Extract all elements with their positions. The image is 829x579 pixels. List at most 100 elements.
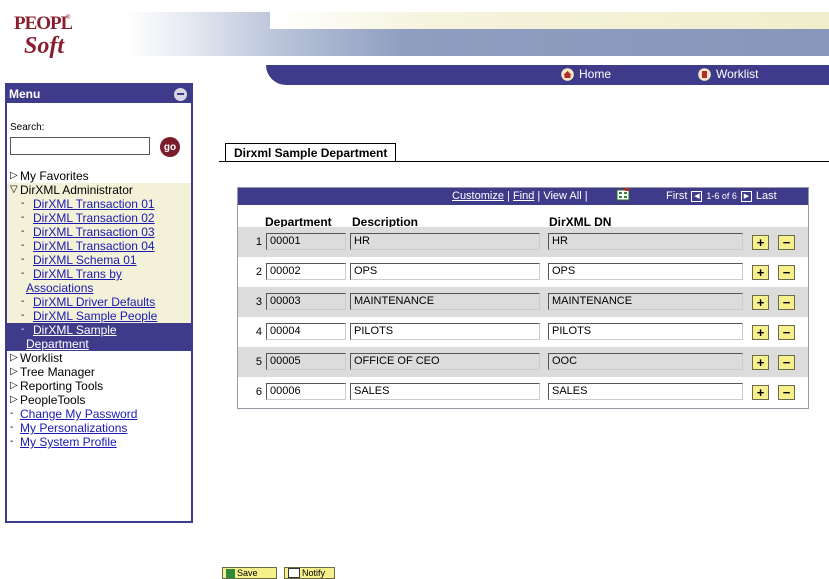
dirxml-dn-field[interactable]: OOC [548, 353, 743, 370]
menu-item-tree-manager[interactable]: ▷ Tree Manager [7, 365, 191, 379]
last-link[interactable]: Last [756, 190, 777, 202]
first-link[interactable]: First [666, 190, 687, 202]
menu-item-label[interactable]: My System Profile [20, 435, 117, 449]
separator: | [507, 190, 510, 202]
department-field[interactable]: 00005 [266, 353, 346, 370]
side-menu: Menu Search: go ▷ My Favorites ▽ DirXML … [5, 83, 193, 523]
menu-item-label[interactable]: DirXML Trans by [33, 267, 122, 281]
grid-toolbar-links: Customize | Find | View All | [452, 190, 588, 202]
menu-item-peopletools[interactable]: ▷ PeopleTools [7, 393, 191, 407]
row-number: 2 [255, 266, 262, 278]
dirxml-dn-field[interactable]: HR [548, 233, 743, 250]
delete-row-button[interactable]: − [778, 265, 795, 280]
delete-row-button[interactable]: − [778, 385, 795, 400]
menu-item-label[interactable]: DirXML Sample People [33, 309, 157, 323]
dirxml-dn-field[interactable]: MAINTENANCE [548, 293, 743, 310]
search-input[interactable] [10, 137, 150, 155]
delete-row-button[interactable]: − [778, 355, 795, 370]
menu-item-worklist[interactable]: ▷ Worklist [7, 351, 191, 365]
menu-item-label[interactable]: DirXML Schema 01 [33, 253, 137, 267]
department-field[interactable]: 00006 [266, 383, 346, 400]
department-field[interactable]: 00004 [266, 323, 346, 340]
department-field[interactable]: 00002 [266, 263, 346, 280]
menu-item-label-cont[interactable]: Associations [26, 281, 93, 295]
tab-dirxml-sample-department[interactable]: Dirxml Sample Department [225, 143, 397, 162]
dirxml-dn-field[interactable]: OPS [548, 263, 743, 280]
previous-row-icon[interactable]: ◀ [691, 190, 703, 202]
menu-item-label[interactable]: DirXML Driver Defaults [33, 295, 155, 309]
add-row-button[interactable]: + [752, 325, 769, 340]
delete-row-button[interactable]: − [778, 235, 795, 250]
triangle-right-icon: ▷ [10, 352, 18, 363]
add-row-button[interactable]: + [752, 385, 769, 400]
go-button[interactable]: go [160, 137, 180, 157]
menu-item-dirxml-schema-01[interactable]: - DirXML Schema 01 [7, 253, 191, 267]
menu-item-dirxml-sample-department[interactable]: - DirXML Sample Department [7, 323, 191, 351]
menu-item-dirxml-sample-people[interactable]: - DirXML Sample People [7, 309, 191, 323]
dirxml-dn-field[interactable]: SALES [548, 383, 743, 400]
description-field[interactable]: OFFICE OF CEO [350, 353, 540, 370]
table-row: 3 00003 MAINTENANCE MAINTENANCE + − [238, 287, 808, 317]
add-row-button[interactable]: + [752, 265, 769, 280]
collapse-menu-icon[interactable] [174, 87, 187, 101]
view-all-link[interactable]: View All [543, 190, 581, 202]
description-field[interactable]: MAINTENANCE [350, 293, 540, 310]
description-field[interactable]: OPS [350, 263, 540, 280]
worklist-link[interactable]: Worklist [698, 67, 758, 81]
svg-text:®: ® [66, 14, 71, 21]
menu-item-dirxml-transaction-03[interactable]: - DirXML Transaction 03 [7, 225, 191, 239]
menu-item-label[interactable]: My Personalizations [20, 421, 127, 435]
add-row-button[interactable]: + [752, 235, 769, 250]
department-field[interactable]: 00003 [266, 293, 346, 310]
menu-item-dirxml-transaction-04[interactable]: - DirXML Transaction 04 [7, 239, 191, 253]
menu-header: Menu [7, 85, 191, 103]
menu-item-label[interactable]: Change My Password [20, 407, 137, 421]
menu-item-dirxml-transaction-02[interactable]: - DirXML Transaction 02 [7, 211, 191, 225]
search-label: Search: [10, 122, 45, 133]
delete-row-button[interactable]: − [778, 325, 795, 340]
customize-link[interactable]: Customize [452, 190, 504, 202]
menu-item-label[interactable]: DirXML Transaction 03 [33, 225, 155, 239]
triangle-right-icon: ▷ [10, 394, 18, 405]
svg-text:PEOPLE: PEOPLE [14, 13, 72, 34]
triangle-right-icon: ▷ [10, 366, 18, 377]
description-field[interactable]: HR [350, 233, 540, 250]
save-button[interactable]: Save [222, 567, 277, 579]
description-field[interactable]: SALES [350, 383, 540, 400]
menu-item-dirxml-driver-defaults[interactable]: - DirXML Driver Defaults [7, 295, 191, 309]
next-row-icon[interactable]: ▶ [740, 190, 752, 202]
menu-item-reporting-tools[interactable]: ▷ Reporting Tools [7, 379, 191, 393]
home-link[interactable]: Home [561, 67, 611, 81]
row-count: 1-6 of 6 [706, 191, 737, 201]
menu-item-dirxml-administrator[interactable]: ▽ DirXML Administrator [7, 183, 191, 197]
menu-item-my-favorites[interactable]: ▷ My Favorites [7, 169, 191, 183]
row-number: 4 [255, 326, 262, 338]
menu-item-dirxml-trans-by-associations[interactable]: - DirXML Trans by Associations [7, 267, 191, 295]
menu-item-label: My Favorites [20, 169, 89, 183]
menu-item-change-my-password[interactable]: - Change My Password [7, 407, 191, 421]
download-grid-icon[interactable] [616, 188, 630, 201]
menu-list: ▷ My Favorites ▽ DirXML Administrator -D… [7, 169, 191, 449]
dirxml-dn-field[interactable]: PILOTS [548, 323, 743, 340]
department-field[interactable]: 00001 [266, 233, 346, 250]
menu-item-label: Worklist [20, 351, 63, 365]
menu-item-label[interactable]: DirXML Transaction 02 [33, 211, 155, 225]
notify-button[interactable]: Notify [284, 567, 335, 579]
menu-item-label-cont[interactable]: Department [26, 337, 89, 351]
separator: | [584, 190, 588, 202]
add-row-button[interactable]: + [752, 295, 769, 310]
menu-item-my-personalizations[interactable]: - My Personalizations [7, 421, 191, 435]
row-number: 3 [255, 296, 262, 308]
table-row: 1 00001 HR HR + − [238, 227, 808, 257]
find-link[interactable]: Find [513, 190, 534, 202]
worklist-icon [698, 67, 711, 81]
menu-item-label[interactable]: DirXML Transaction 04 [33, 239, 155, 253]
add-row-button[interactable]: + [752, 355, 769, 370]
description-field[interactable]: PILOTS [350, 323, 540, 340]
home-label: Home [579, 67, 612, 81]
menu-item-dirxml-transaction-01[interactable]: - DirXML Transaction 01 [7, 197, 191, 211]
delete-row-button[interactable]: − [778, 295, 795, 310]
menu-item-label[interactable]: DirXML Transaction 01 [33, 197, 155, 211]
menu-item-my-system-profile[interactable]: - My System Profile [7, 435, 191, 449]
menu-item-label[interactable]: DirXML Sample [33, 323, 117, 337]
